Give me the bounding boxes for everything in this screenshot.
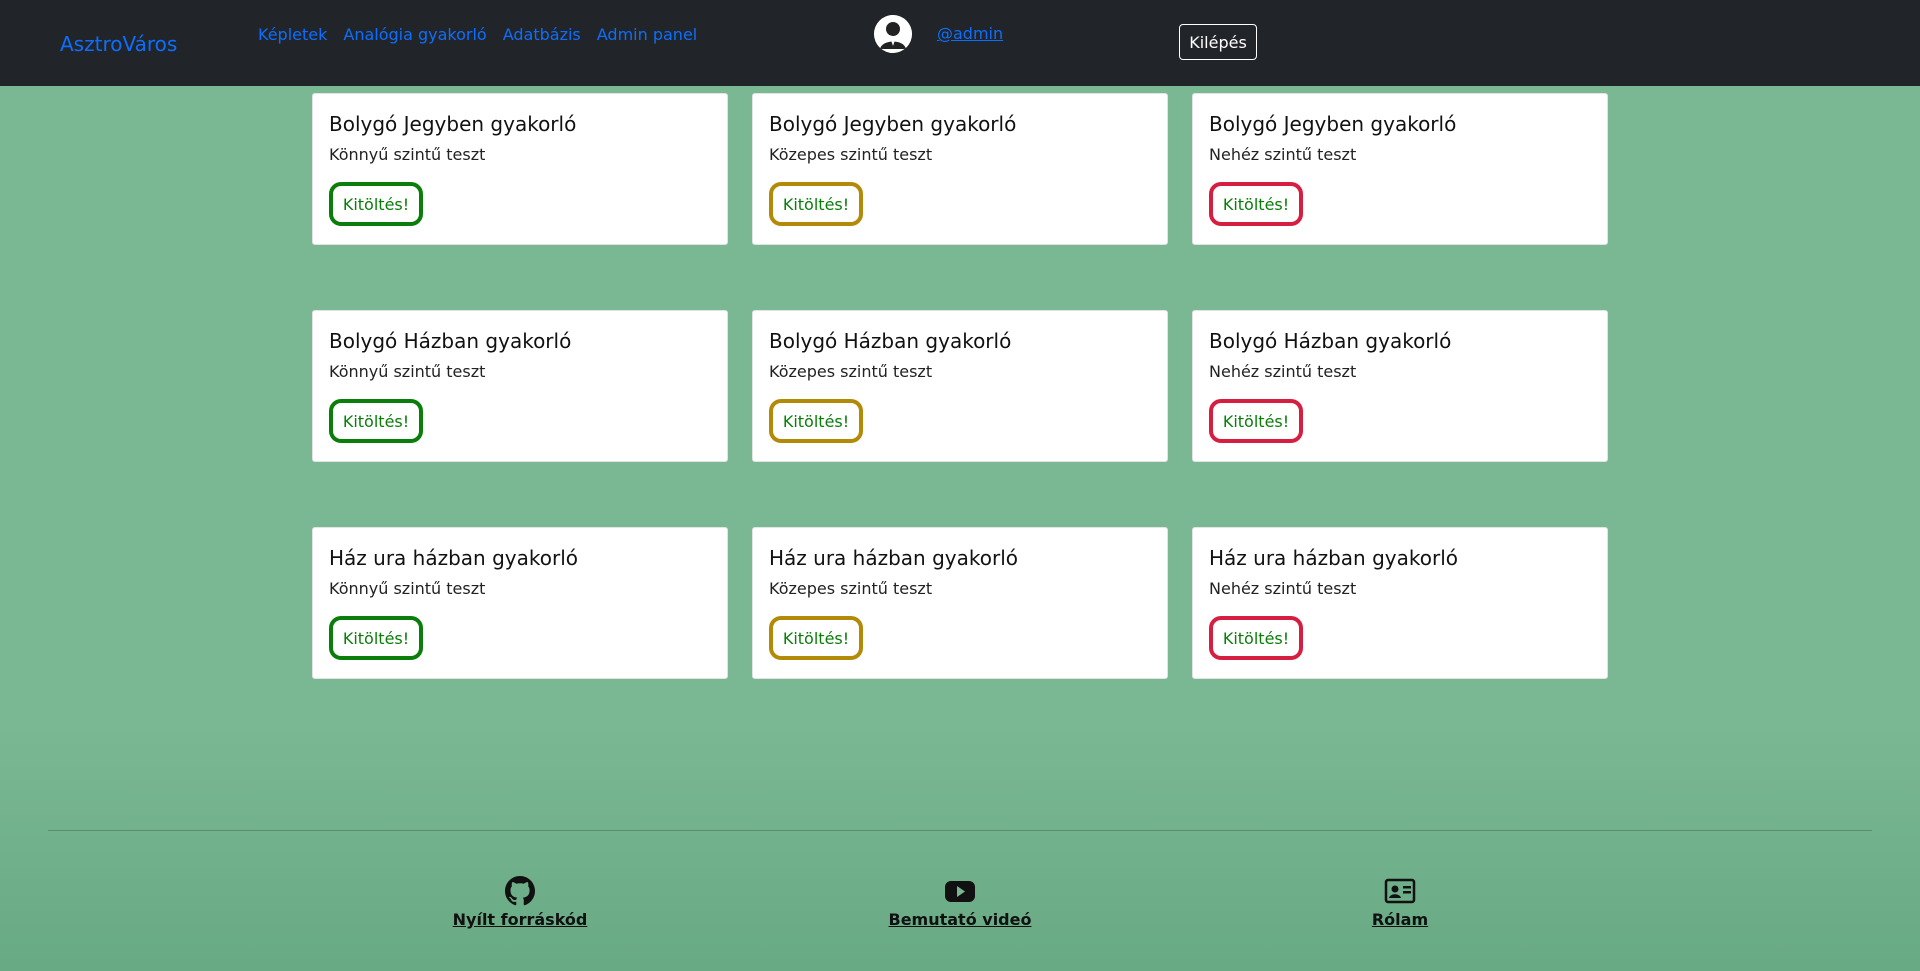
card-level: Közepes szintű teszt <box>769 362 933 381</box>
test-card: Ház ura házban gyakorló Nehéz szintű tes… <box>1192 527 1608 679</box>
footer-label: Nyílt forráskód <box>452 910 588 929</box>
footer-label: Rólam <box>1371 910 1429 929</box>
youtube-icon <box>945 881 975 902</box>
card-level: Könnyű szintű teszt <box>329 145 486 164</box>
card-row: Bolygó Házban gyakorló Könnyű szintű tes… <box>312 310 1608 462</box>
fill-test-button[interactable]: Kitöltés! <box>769 182 863 226</box>
footer-divider <box>48 830 1872 831</box>
test-card: Bolygó Házban gyakorló Könnyű szintű tes… <box>312 310 728 462</box>
logout-button[interactable]: Kilépés <box>1179 24 1257 60</box>
avatar <box>874 15 912 53</box>
fill-test-button[interactable]: Kitöltés! <box>1209 399 1303 443</box>
fill-test-button[interactable]: Kitöltés! <box>329 182 423 226</box>
test-card: Bolygó Házban gyakorló Közepes szintű te… <box>752 310 1168 462</box>
id-card-icon <box>1384 878 1416 904</box>
fill-test-button[interactable]: Kitöltés! <box>1209 182 1303 226</box>
footer-label: Bemutató videó <box>888 910 1032 929</box>
card-title: Ház ura házban gyakorló <box>329 546 578 570</box>
fill-test-button[interactable]: Kitöltés! <box>329 399 423 443</box>
test-card: Ház ura házban gyakorló Könnyű szintű te… <box>312 527 728 679</box>
footer-link-source[interactable]: Nyílt forráskód <box>410 876 630 929</box>
card-title: Bolygó Jegyben gyakorló <box>769 112 1017 136</box>
card-level: Könnyű szintű teszt <box>329 362 486 381</box>
brand-link[interactable]: AsztroVáros <box>60 32 177 56</box>
fill-test-button[interactable]: Kitöltés! <box>769 399 863 443</box>
card-title: Bolygó Házban gyakorló <box>1209 329 1452 353</box>
card-title: Ház ura házban gyakorló <box>1209 546 1458 570</box>
fill-test-button[interactable]: Kitöltés! <box>329 616 423 660</box>
card-row: Bolygó Jegyben gyakorló Könnyű szintű te… <box>312 93 1608 245</box>
card-level: Nehéz szintű teszt <box>1209 579 1357 598</box>
test-card: Bolygó Jegyben gyakorló Közepes szintű t… <box>752 93 1168 245</box>
card-title: Bolygó Házban gyakorló <box>329 329 572 353</box>
card-level: Nehéz szintű teszt <box>1209 145 1357 164</box>
card-title: Bolygó Jegyben gyakorló <box>329 112 577 136</box>
navbar: AsztroVáros Képletek Analógia gyakorló A… <box>0 0 1920 86</box>
card-level: Nehéz szintű teszt <box>1209 362 1357 381</box>
test-grid: Bolygó Jegyben gyakorló Könnyű szintű te… <box>312 93 1608 744</box>
nav-link-admin-panel[interactable]: Admin panel <box>597 25 697 44</box>
card-level: Könnyű szintű teszt <box>329 579 486 598</box>
nav-links: Képletek Analógia gyakorló Adatbázis Adm… <box>258 25 697 44</box>
fill-test-button[interactable]: Kitöltés! <box>769 616 863 660</box>
test-card: Bolygó Jegyben gyakorló Nehéz szintű tes… <box>1192 93 1608 245</box>
footer-link-about[interactable]: Rólam <box>1290 876 1510 929</box>
test-card: Bolygó Házban gyakorló Nehéz szintű tesz… <box>1192 310 1608 462</box>
nav-link-kepletek[interactable]: Képletek <box>258 25 327 44</box>
card-row: Ház ura házban gyakorló Könnyű szintű te… <box>312 527 1608 679</box>
nav-link-adatbazis[interactable]: Adatbázis <box>503 25 581 44</box>
test-card: Bolygó Jegyben gyakorló Könnyű szintű te… <box>312 93 728 245</box>
card-level: Közepes szintű teszt <box>769 145 933 164</box>
fill-test-button[interactable]: Kitöltés! <box>1209 616 1303 660</box>
card-level: Közepes szintű teszt <box>769 579 933 598</box>
footer-link-video[interactable]: Bemutató videó <box>850 876 1070 929</box>
username-link[interactable]: @admin <box>937 24 1003 43</box>
nav-link-analogia[interactable]: Analógia gyakorló <box>343 25 486 44</box>
card-title: Ház ura házban gyakorló <box>769 546 1018 570</box>
card-title: Bolygó Házban gyakorló <box>769 329 1012 353</box>
test-card: Ház ura házban gyakorló Közepes szintű t… <box>752 527 1168 679</box>
github-icon <box>505 876 535 906</box>
user-avatar-icon <box>874 15 912 53</box>
card-title: Bolygó Jegyben gyakorló <box>1209 112 1457 136</box>
